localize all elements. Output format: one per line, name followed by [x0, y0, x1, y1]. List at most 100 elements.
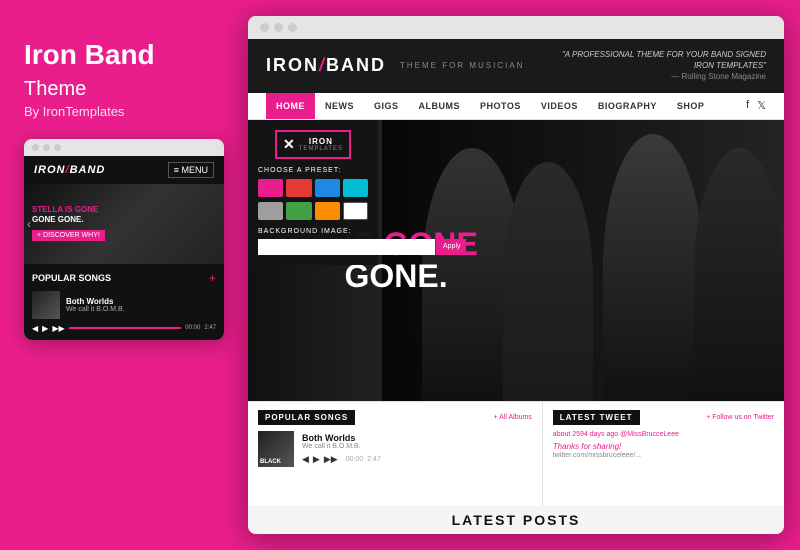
twitter-icon[interactable]: 𝕏 — [757, 99, 766, 112]
all-albums-link[interactable]: + All Albums — [493, 414, 531, 421]
nav-biography[interactable]: BIOGRAPHY — [588, 93, 667, 119]
small-time-end: 2:47 — [204, 325, 216, 331]
big-nav: HOME NEWS GIGS ALBUMS PHOTOS VIDEOS BIOG… — [248, 93, 784, 120]
big-song-row: BLACK Both Worlds We call it B.O.M.B. ◀ … — [258, 431, 532, 467]
big-dot-2 — [274, 23, 283, 32]
small-song-info: Both Worlds We call it B.O.M.B. — [66, 297, 216, 313]
iron-brand: IRON TEMPLATES — [299, 137, 343, 152]
person-3 — [603, 134, 703, 401]
theme-info: Iron Band Theme By IronTemplates — [24, 40, 224, 119]
tweet-ago: about 2594 days ago @MissBrucceLeee — [553, 431, 774, 438]
latest-posts-bar: LATEST POSTS — [248, 506, 784, 534]
nav-news[interactable]: NEWS — [315, 93, 364, 119]
small-site-header: IRON/BAND ≡ MENU — [24, 156, 224, 184]
theme-title: Iron Band Theme — [24, 40, 224, 102]
small-next-btn[interactable]: ▶▶ — [52, 324, 64, 333]
theme-by: By IronTemplates — [24, 104, 224, 119]
small-song-row: Both Worlds We call it B.O.M.B. — [32, 291, 216, 319]
big-player-controls: ◀ ▶ ▶▶ 00:00 2:47 — [302, 454, 381, 465]
big-song-thumb: BLACK — [258, 431, 294, 467]
big-prev-btn[interactable]: ◀ — [302, 454, 309, 465]
tweet-header: LATEST TWEET + Follow us on Twitter — [553, 410, 774, 425]
small-hero-bg: STELLA IS GONE GONE GONE. + DISCOVER WHY… — [24, 184, 224, 264]
big-song-sub: We call it B.O.M.B. — [302, 443, 381, 450]
big-site: IRON/BAND THEME FOR MUSICIAN "A PROFESSI… — [248, 39, 784, 534]
small-song-sub: We call it B.O.M.B. — [66, 306, 216, 313]
tweet-text: Thanks for sharing! — [553, 441, 774, 452]
nav-shop[interactable]: SHOP — [667, 93, 715, 119]
big-tagline: THEME FOR MUSICIAN — [400, 61, 524, 70]
small-mockup: IRON/BAND ≡ MENU STELLA IS GONE GONE GON… — [24, 139, 224, 340]
big-content-area: IS GONE GONE. ✕ IRON TEMPL — [248, 120, 784, 401]
small-discover-btn[interactable]: + DISCOVER WHY! — [32, 230, 105, 241]
follow-twitter-link[interactable]: + Follow us on Twitter — [706, 414, 774, 421]
big-browser-bar — [248, 16, 784, 39]
preset-swatch-green[interactable] — [286, 202, 311, 220]
big-time-start: 00:00 — [346, 456, 364, 463]
big-logo: IRON/BAND — [266, 55, 386, 76]
big-mockup: IRON/BAND THEME FOR MUSICIAN "A PROFESSI… — [248, 16, 784, 534]
left-panel: Iron Band Theme By IronTemplates IRON/BA… — [0, 0, 248, 550]
bg-image-input[interactable] — [258, 239, 435, 255]
small-hero-text: STELLA IS GONE GONE GONE. + DISCOVER WHY… — [24, 199, 113, 248]
latest-tweet-title: LATEST TWEET — [553, 410, 640, 425]
small-arrow-left: ‹ — [27, 217, 31, 231]
preset-swatch-orange[interactable] — [315, 202, 340, 220]
iron-logo-box: ✕ IRON TEMPLATES — [275, 130, 351, 159]
small-popular-songs: POPULAR SONGS + Both Worlds We call it B… — [24, 264, 224, 340]
preset-colors-row1 — [258, 179, 368, 197]
preset-swatch-blue[interactable] — [315, 179, 340, 197]
bg-image-label: BACKGROUND IMAGE: — [258, 228, 368, 235]
facebook-icon[interactable]: f — [746, 99, 749, 112]
apply-button[interactable]: Apply — [438, 239, 466, 255]
big-dot-1 — [260, 23, 269, 32]
dot-3 — [54, 144, 61, 151]
big-song-info: Both Worlds We call it B.O.M.B. ◀ ▶ ▶▶ 0… — [302, 433, 381, 465]
preset-swatch-red[interactable] — [286, 179, 311, 197]
person-4 — [694, 148, 784, 401]
dot-1 — [32, 144, 39, 151]
small-menu-btn[interactable]: ≡ MENU — [168, 162, 214, 178]
nav-photos[interactable]: PHOTOS — [470, 93, 531, 119]
big-header-left: IRON/BAND THEME FOR MUSICIAN — [266, 55, 524, 76]
small-ps-title: POPULAR SONGS — [32, 273, 111, 283]
preset-swatch-pink[interactable] — [258, 179, 283, 197]
popular-songs-header: POPULAR SONGS + All Albums — [258, 410, 532, 425]
preset-picker: ✕ IRON TEMPLATES CHOOSE A PRESET: — [248, 120, 378, 265]
preset-colors-row2 — [258, 202, 368, 220]
small-prev-btn[interactable]: ◀ — [32, 324, 38, 333]
nav-videos[interactable]: VIDEOS — [531, 93, 588, 119]
iron-text: ✕ — [283, 136, 295, 153]
small-hero: STELLA IS GONE GONE GONE. + DISCOVER WHY… — [24, 184, 224, 264]
iron-label: IRON — [299, 137, 343, 146]
panel-popular-songs: POPULAR SONGS + All Albums BLACK Both Wo… — [248, 402, 543, 506]
small-ps-header: POPULAR SONGS + — [32, 271, 216, 285]
big-dot-3 — [288, 23, 297, 32]
nav-home[interactable]: HOME — [266, 93, 315, 119]
right-panel: IRON/BAND THEME FOR MUSICIAN "A PROFESSI… — [248, 0, 800, 550]
panel-latest-tweet: LATEST TWEET + Follow us on Twitter abou… — [543, 402, 784, 506]
small-time-start: 00:00 — [185, 325, 200, 331]
preset-swatch-white[interactable] — [343, 202, 368, 220]
templates-label: TEMPLATES — [299, 146, 343, 152]
small-play-btn[interactable]: ▶ — [42, 324, 48, 333]
big-song-name: Both Worlds — [302, 433, 381, 443]
small-logo: IRON/BAND — [34, 164, 105, 176]
nav-gigs[interactable]: GIGS — [364, 93, 409, 119]
preset-swatch-gray[interactable] — [258, 202, 283, 220]
small-browser-bar — [24, 139, 224, 156]
theme-subtitle: Theme — [24, 78, 86, 100]
iron-logo-inner: ✕ IRON TEMPLATES — [283, 136, 343, 153]
big-play-btn[interactable]: ▶ — [313, 454, 320, 465]
small-song-thumb — [32, 291, 60, 319]
nav-albums[interactable]: ALBUMS — [409, 93, 471, 119]
dot-2 — [43, 144, 50, 151]
tweet-link[interactable]: twitter.com/missbruceleee/... — [553, 452, 774, 459]
latest-posts-title: LATEST POSTS — [254, 512, 778, 528]
big-site-header: IRON/BAND THEME FOR MUSICIAN "A PROFESSI… — [248, 39, 784, 93]
song-thumb-label: BLACK — [260, 459, 281, 465]
small-progress-bar — [69, 327, 182, 329]
small-ps-plus: + — [209, 271, 216, 285]
big-next-btn[interactable]: ▶▶ — [324, 454, 338, 465]
preset-swatch-cyan[interactable] — [343, 179, 368, 197]
